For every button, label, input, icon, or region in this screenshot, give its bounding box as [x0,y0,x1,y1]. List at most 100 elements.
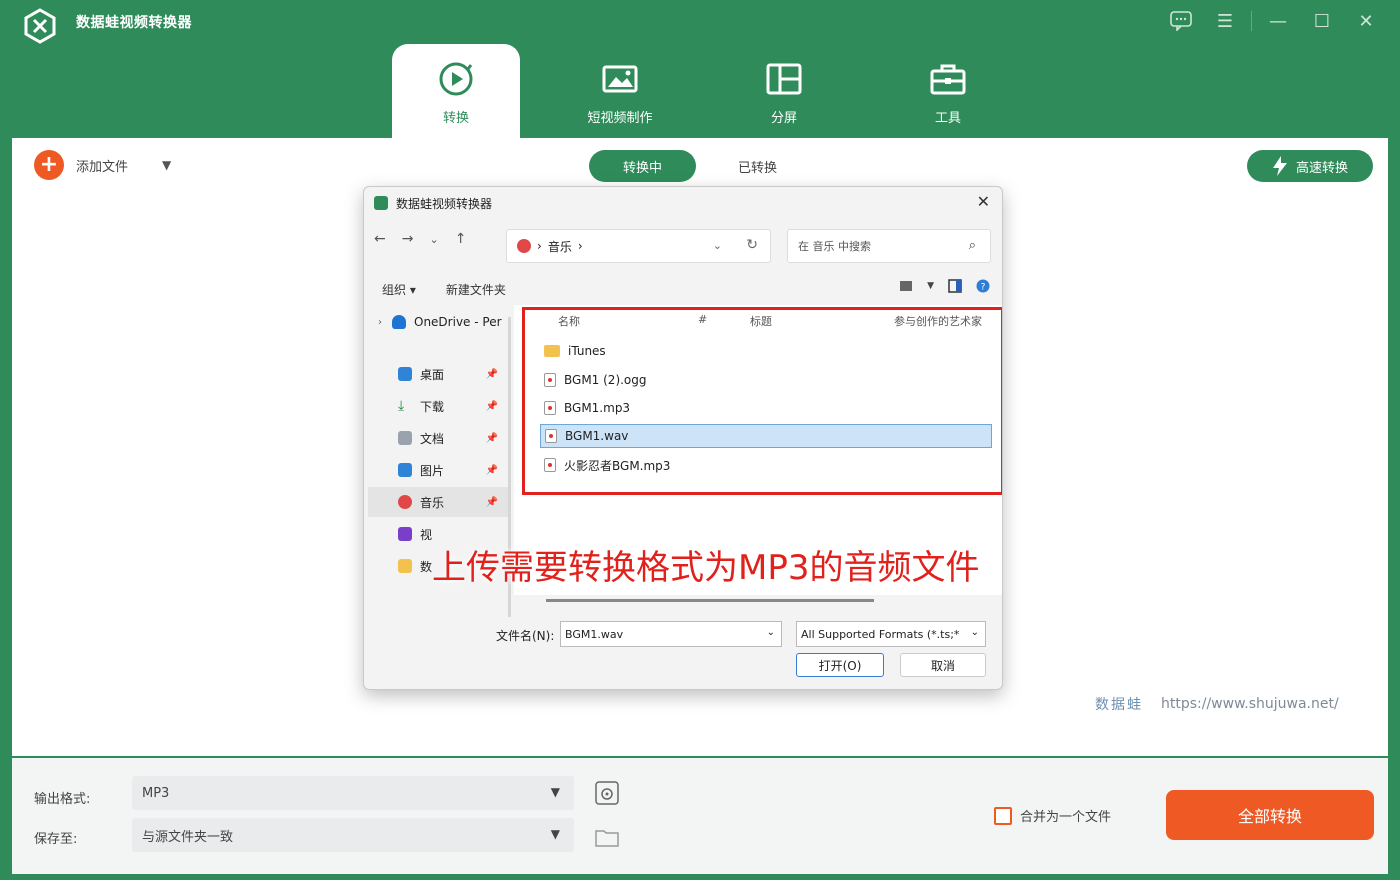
cancel-button[interactable]: 取消 [900,653,986,677]
sidebar-item-onedrive[interactable]: › OneDrive - Per [368,307,508,337]
horizontal-scrollbar[interactable] [546,599,874,602]
view-mode-icon[interactable] [899,279,913,293]
organize-button[interactable]: 组织 ▾ [382,281,416,298]
minimize-icon[interactable]: — [1256,8,1300,34]
save-to-select[interactable]: 与源文件夹一致 ▼ [132,818,574,852]
sidebar-item-label: 图片 [420,463,445,478]
maximize-icon[interactable]: ☐ [1300,8,1344,34]
save-to-label: 保存至: [34,832,78,847]
output-format-select[interactable]: MP3 ▼ [132,776,574,810]
dialog-nav-buttons: ← → ⌄ ↑ [374,231,466,247]
chat-icon[interactable] [1159,8,1203,34]
refresh-icon[interactable]: ↻ [746,237,758,253]
chevron-down-icon: ▼ [550,827,560,841]
filename-input[interactable]: BGM1.wav ⌄ [560,621,782,647]
pin-icon: 📌 [485,464,498,476]
status-tabs: 转换中 已转换 [589,150,811,182]
view-options: ▼ ? [899,279,990,293]
svg-text:?: ? [981,283,986,293]
tab-converting[interactable]: 转换中 [589,150,697,182]
convert-all-button[interactable]: 全部转换 [1166,790,1374,840]
sidebar-item-label: 下载 [420,399,445,414]
recent-chevron-icon[interactable]: ⌄ [429,231,438,247]
output-format-label: 输出格式: [34,792,91,807]
up-icon[interactable]: ↑ [455,231,467,247]
chevron-down-icon[interactable]: ⌄ [767,627,775,638]
watermark: 数据蛙 https://www.shujuwa.net/ [1095,694,1339,714]
filetype-value: All Supported Formats (*.ts;* [801,627,960,641]
split-screen-icon [766,63,802,94]
bottom-bar: 输出格式: MP3 ▼ 保存至: 与源文件夹一致 ▼ 合并为一个文件 全部转换 [12,758,1388,874]
sidebar-item-label: 桌面 [420,367,445,382]
format-settings-icon[interactable] [594,780,620,806]
address-bar[interactable]: › 音乐 › ⌄ ↻ [506,229,771,263]
watermark-url: https://www.shujuwa.net/ [1161,696,1339,712]
pin-icon: 📌 [485,368,498,380]
back-icon[interactable]: ← [374,231,386,247]
download-icon: ⤓ [398,398,405,414]
tab-split-screen[interactable]: 分屏 [720,44,848,140]
tab-video-maker[interactable]: 短视频制作 [556,44,684,140]
tab-tools-label: 工具 [934,110,961,126]
sidebar-item-label: 视 [420,527,433,542]
filename-value: BGM1.wav [565,627,624,641]
tab-split-screen-label: 分屏 [770,110,797,126]
watermark-brand: 数据蛙 [1095,697,1143,713]
dialog-toolbar: 组织 ▾ 新建文件夹 [382,281,506,298]
sidebar-item-label: 数 [420,559,433,574]
forward-icon[interactable]: → [402,231,414,247]
help-icon[interactable]: ? [976,279,990,293]
onedrive-icon [392,315,406,329]
address-separator: › [577,239,583,253]
title-bar: 数据蛙视频转换器 ☰ — ☐ ✕ 转换 短视频制作 分屏 工具 [0,0,1400,140]
folder-icon [398,559,412,573]
merge-checkbox[interactable]: 合并为一个文件 [994,806,1111,825]
pin-icon: 📌 [485,400,498,412]
add-file-button[interactable]: + 添加文件 ▼ [34,150,171,180]
save-to-value: 与源文件夹一致 [142,829,234,845]
expand-chevron-icon[interactable]: › [378,317,382,328]
chevron-down-icon[interactable]: ▼ [162,158,171,172]
tab-converted[interactable]: 已转换 [704,150,811,182]
preview-pane-icon[interactable] [948,279,962,293]
convert-icon [439,62,473,95]
sidebar-item-pictures[interactable]: 图片 📌 [368,455,508,485]
folder-icon[interactable] [594,824,620,850]
address-dropdown-icon[interactable]: ⌄ [713,239,722,252]
tab-tools[interactable]: 工具 [884,44,1012,140]
plus-icon: + [34,150,64,180]
tab-video-maker-label: 短视频制作 [587,110,653,126]
main-nav: 转换 短视频制作 分屏 工具 [392,44,1048,140]
file-open-dialog: 数据蛙视频转换器 ✕ ← → ⌄ ↑ › 音乐 › ⌄ ↻ 在 音乐 中搜索 ⌕… [363,186,1003,690]
search-input[interactable]: 在 音乐 中搜索 ⌕ [787,229,991,263]
sidebar-item-label: 文档 [420,431,445,446]
dialog-title-bar: 数据蛙视频转换器 [364,187,1002,219]
fast-convert-button[interactable]: 高速转换 [1247,150,1373,182]
chevron-down-icon[interactable]: ⌄ [971,627,979,638]
close-icon[interactable]: ✕ [1344,8,1388,34]
fast-convert-label: 高速转换 [1295,160,1348,176]
merge-label: 合并为一个文件 [1020,810,1112,825]
open-button[interactable]: 打开(O) [796,653,884,677]
new-folder-button[interactable]: 新建文件夹 [446,281,506,298]
pin-icon: 📌 [485,432,498,444]
sidebar-item-desktop[interactable]: 桌面 📌 [368,359,508,389]
dialog-close-icon[interactable]: ✕ [977,192,990,211]
sidebar-item-music[interactable]: 音乐 📌 [368,487,508,517]
music-folder-icon [517,239,531,253]
menu-icon[interactable]: ☰ [1203,8,1247,34]
desktop-icon [398,367,412,381]
tab-convert[interactable]: 转换 [392,44,520,140]
output-format-value: MP3 [142,785,170,801]
sidebar-item-downloads[interactable]: ⤓ 下载 📌 [368,391,508,421]
pin-icon: 📌 [485,496,498,508]
window-separator [1251,11,1252,31]
app-title: 数据蛙视频转换器 [76,15,192,31]
music-icon [398,495,412,509]
search-icon: ⌕ [968,238,976,253]
highlight-box [522,307,1002,495]
sidebar-item-documents[interactable]: 文档 📌 [368,423,508,453]
filetype-select[interactable]: All Supported Formats (*.ts;* ⌄ [796,621,986,647]
view-dropdown-icon[interactable]: ▼ [927,281,934,291]
chevron-down-icon: ▼ [550,785,560,799]
